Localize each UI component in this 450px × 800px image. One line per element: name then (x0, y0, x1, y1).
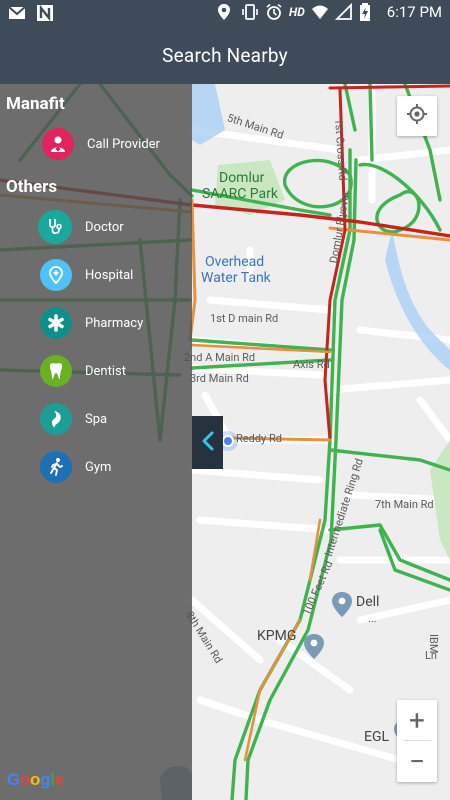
map-label: Reddy Rd (236, 432, 282, 445)
stethoscope-icon (38, 210, 72, 244)
wifi-icon (311, 3, 329, 21)
category-drawer: Manafit Call Provider Others Doctor Hosp… (0, 84, 192, 800)
network-type: HD (289, 5, 305, 19)
map-label: 7th Main Rd (375, 498, 434, 511)
menu-item-pharmacy[interactable]: Pharmacy (40, 305, 143, 341)
screen: HD 6:17 PM Search Nearby 5th Main Rd 1st… (0, 0, 450, 800)
map-label: 2nd A Main Rd (184, 351, 256, 364)
google-logo-letter: o (30, 770, 41, 789)
menu-item-gym[interactable]: Gym (40, 449, 111, 485)
google-logo-letter: g (40, 770, 51, 789)
poi-label-egl[interactable]: EGL (364, 729, 389, 745)
menu-label: Spa (85, 411, 108, 427)
map-label: Domlur (219, 170, 265, 186)
map-label: 1st D main Rd (210, 312, 279, 325)
location-icon (217, 3, 235, 21)
menu-label: Call Provider (87, 136, 160, 152)
clock-time: 6:17 PM (386, 3, 442, 21)
google-logo: Google (7, 770, 64, 790)
app-bar: Search Nearby (0, 26, 450, 84)
doctor-phone-icon (42, 128, 74, 160)
poi-label-kpmg[interactable]: KPMG (257, 628, 296, 644)
mail-icon (8, 4, 26, 22)
runner-icon (40, 451, 72, 483)
map-label: Axis Rd (293, 358, 330, 371)
menu-item-spa[interactable]: Spa (40, 401, 107, 437)
menu-item-doctor[interactable]: Doctor (38, 209, 124, 245)
signal-icon (334, 2, 353, 21)
page-title: Search Nearby (162, 43, 288, 67)
zoom-controls: + − (397, 700, 437, 782)
menu-item-call-provider[interactable]: Call Provider (42, 126, 160, 162)
poi-pin-dell (332, 592, 352, 617)
menu-item-dentist[interactable]: Dentist (40, 353, 126, 389)
n-app-icon (36, 4, 54, 22)
section-heading-manafit: Manafit (6, 94, 65, 114)
my-location-button[interactable] (397, 96, 437, 136)
map-label: Water Tank (201, 270, 271, 286)
section-heading-others: Others (6, 177, 58, 197)
status-bar: HD 6:17 PM (0, 0, 450, 26)
current-location-dot (222, 435, 234, 447)
menu-label: Pharmacy (85, 315, 144, 331)
google-logo-letter: e (54, 770, 64, 789)
menu-label: Dentist (85, 363, 126, 379)
map-label: Ln (425, 649, 437, 662)
crosshair-icon (406, 103, 428, 129)
chevron-left-icon (200, 430, 216, 456)
tooth-icon (40, 355, 72, 387)
menu-label: Gym (85, 459, 112, 475)
spa-leaf-icon (40, 403, 72, 435)
menu-label: Doctor (85, 219, 124, 235)
battery-charging-icon (359, 3, 377, 21)
google-logo-letter: G (7, 770, 20, 789)
menu-item-hospital[interactable]: Hospital (40, 257, 133, 293)
google-logo-letter: o (19, 770, 31, 789)
menu-label: Hospital (85, 267, 134, 283)
medical-cross-icon (40, 307, 72, 339)
zoom-out-button[interactable]: − (397, 741, 437, 781)
vibrate-icon (241, 3, 259, 21)
poi-label-dell[interactable]: Dell (356, 594, 379, 610)
poi-label-dell-sub: ... (368, 612, 377, 625)
alarm-icon (265, 3, 283, 21)
drawer-collapse-button[interactable] (192, 416, 223, 469)
hospital-pin-icon (40, 259, 72, 291)
map-label: SAARC Park (202, 186, 279, 202)
map-label: Overhead (205, 254, 265, 270)
map-label: 3rd Main Rd (190, 372, 249, 385)
zoom-in-button[interactable]: + (397, 700, 437, 740)
